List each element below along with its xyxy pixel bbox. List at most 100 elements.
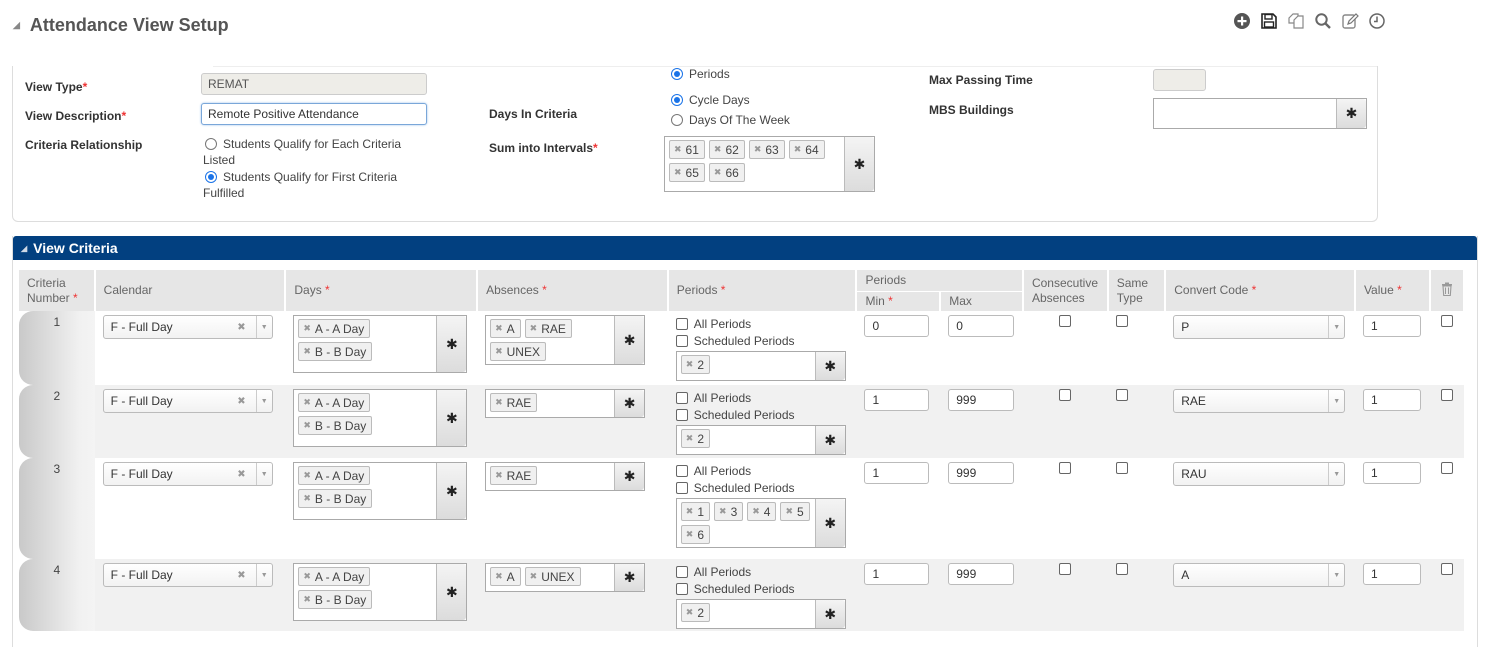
same-type-checkbox[interactable] <box>1115 462 1128 474</box>
all-periods-option[interactable]: All Periods <box>675 462 849 479</box>
dropdown-arrow-icon[interactable]: ▼ <box>255 564 272 586</box>
periods-min-input[interactable]: 1 <box>864 462 930 484</box>
clear-icon[interactable]: ✖ <box>237 396 245 407</box>
remove-tag-icon[interactable]: ✖ <box>674 167 682 178</box>
radio-each-criteria-button[interactable] <box>205 138 217 150</box>
days-field[interactable]: ✖ A - A Day ✖ B - B Day ✱ <box>293 315 468 373</box>
remove-tag-icon[interactable]: ✖ <box>495 346 503 357</box>
scheduled-periods-option[interactable]: Scheduled Periods <box>675 406 849 423</box>
scheduled-periods-option[interactable]: Scheduled Periods <box>675 479 849 496</box>
dropdown-arrow-icon[interactable]: ▼ <box>1328 564 1344 586</box>
consecutive-absences-checkbox[interactable] <box>1059 315 1072 327</box>
periods-max-input[interactable]: 999 <box>948 389 1015 411</box>
all-periods-checkbox[interactable] <box>675 391 688 404</box>
periods-min-input[interactable]: 1 <box>864 389 930 411</box>
absences-lookup-button[interactable]: ✱ <box>614 390 645 417</box>
absences-field[interactable]: ✖ A ✖ RAE ✖ UNEX ✱ <box>485 315 646 365</box>
remove-tag-icon[interactable]: ✖ <box>495 323 503 334</box>
remove-tag-icon[interactable]: ✖ <box>686 607 694 618</box>
dropdown-arrow-icon[interactable]: ▼ <box>1328 390 1344 412</box>
remove-tag-icon[interactable]: ✖ <box>686 506 694 517</box>
all-periods-option[interactable]: All Periods <box>675 389 849 406</box>
delete-row-checkbox[interactable] <box>1440 563 1453 575</box>
all-periods-checkbox[interactable] <box>675 464 688 477</box>
remove-tag-icon[interactable]: ✖ <box>303 346 311 357</box>
value-input[interactable]: 1 <box>1362 563 1421 585</box>
radio-first-criteria[interactable]: Students Qualify for First Criteria <box>203 170 433 185</box>
dropdown-arrow-icon[interactable]: ▼ <box>255 316 272 338</box>
radio-days-of-week[interactable]: Days Of The Week <box>669 113 790 128</box>
same-type-checkbox[interactable] <box>1115 389 1128 401</box>
clear-icon[interactable]: ✖ <box>237 570 245 581</box>
remove-tag-icon[interactable]: ✖ <box>714 167 722 178</box>
radio-periods[interactable]: Periods <box>669 67 730 82</box>
periods-field[interactable]: ✖ 2 ✱ <box>675 351 846 381</box>
periods-max-input[interactable]: 999 <box>948 462 1015 484</box>
convert-code-select[interactable]: P ▼ <box>1173 315 1346 339</box>
all-periods-checkbox[interactable] <box>675 565 688 578</box>
radio-days-of-week-button[interactable] <box>671 114 683 126</box>
same-type-checkbox[interactable] <box>1115 563 1128 575</box>
absences-lookup-button[interactable]: ✱ <box>614 316 645 364</box>
search-icon[interactable] <box>1314 12 1332 30</box>
remove-tag-icon[interactable]: ✖ <box>714 144 722 155</box>
mbs-buildings-field[interactable]: ✱ <box>1153 98 1367 129</box>
view-description-field[interactable]: Remote Positive Attendance <box>201 103 427 125</box>
sum-into-intervals-lookup-button[interactable]: ✱ <box>844 137 874 191</box>
copy-icon[interactable] <box>1287 12 1305 30</box>
sum-into-intervals-field[interactable]: ✖ 61 ✖ 62 ✖ 63 ✖ 64 ✖ 65 ✖ 66 ✱ <box>664 136 875 192</box>
remove-tag-icon[interactable]: ✖ <box>530 571 538 582</box>
convert-code-select[interactable]: A ▼ <box>1173 563 1346 587</box>
value-input[interactable]: 1 <box>1362 462 1421 484</box>
add-icon[interactable] <box>1233 12 1251 30</box>
remove-tag-icon[interactable]: ✖ <box>530 323 538 334</box>
scheduled-periods-checkbox[interactable] <box>675 408 688 421</box>
calendar-select[interactable]: F - Full Day ✖ ▼ <box>102 315 273 339</box>
page-title[interactable]: ◢ Attendance View Setup <box>13 15 229 36</box>
calendar-select[interactable]: F - Full Day ✖ ▼ <box>102 563 273 587</box>
remove-tag-icon[interactable]: ✖ <box>754 144 762 155</box>
days-field[interactable]: ✖ A - A Day ✖ B - B Day ✱ <box>293 462 468 520</box>
save-icon[interactable] <box>1260 12 1278 30</box>
periods-min-input[interactable]: 1 <box>864 563 930 585</box>
remove-tag-icon[interactable]: ✖ <box>686 529 694 540</box>
periods-lookup-button[interactable]: ✱ <box>814 352 845 380</box>
days-lookup-button[interactable]: ✱ <box>436 390 467 446</box>
dropdown-arrow-icon[interactable]: ▼ <box>1328 316 1344 338</box>
remove-tag-icon[interactable]: ✖ <box>785 506 793 517</box>
remove-tag-icon[interactable]: ✖ <box>303 594 311 605</box>
convert-code-select[interactable]: RAE ▼ <box>1173 389 1346 413</box>
remove-tag-icon[interactable]: ✖ <box>495 571 503 582</box>
absences-field[interactable]: ✖ A ✖ UNEX ✱ <box>485 563 646 592</box>
periods-lookup-button[interactable]: ✱ <box>814 600 845 628</box>
collapse-icon[interactable]: ◢ <box>13 20 20 31</box>
radio-each-criteria[interactable]: Students Qualify for Each Criteria <box>203 137 433 152</box>
consecutive-absences-checkbox[interactable] <box>1059 389 1072 401</box>
absences-field[interactable]: ✖ RAE ✱ <box>485 389 646 418</box>
remove-tag-icon[interactable]: ✖ <box>303 420 311 431</box>
dropdown-arrow-icon[interactable]: ▼ <box>1328 463 1344 485</box>
dropdown-arrow-icon[interactable]: ▼ <box>255 463 272 485</box>
value-input[interactable]: 1 <box>1362 315 1421 337</box>
value-input[interactable]: 1 <box>1362 389 1421 411</box>
radio-cycle-days-button[interactable] <box>671 94 683 106</box>
remove-tag-icon[interactable]: ✖ <box>495 397 503 408</box>
edit-icon[interactable] <box>1341 12 1359 30</box>
scheduled-periods-option[interactable]: Scheduled Periods <box>675 580 849 597</box>
delete-row-checkbox[interactable] <box>1440 389 1453 401</box>
radio-first-criteria-button[interactable] <box>205 171 217 183</box>
remove-tag-icon[interactable]: ✖ <box>674 144 682 155</box>
periods-field[interactable]: ✖ 2 ✱ <box>675 425 846 455</box>
remove-tag-icon[interactable]: ✖ <box>303 493 311 504</box>
remove-tag-icon[interactable]: ✖ <box>719 506 727 517</box>
history-icon[interactable] <box>1368 12 1386 30</box>
mbs-buildings-lookup-button[interactable]: ✱ <box>1336 99 1366 128</box>
same-type-checkbox[interactable] <box>1115 315 1128 327</box>
remove-tag-icon[interactable]: ✖ <box>752 506 760 517</box>
delete-row-checkbox[interactable] <box>1440 462 1453 474</box>
clear-icon[interactable]: ✖ <box>237 469 245 480</box>
radio-periods-button[interactable] <box>671 68 683 80</box>
all-periods-checkbox[interactable] <box>675 317 688 330</box>
periods-min-input[interactable]: 0 <box>864 315 930 337</box>
collapse-icon[interactable]: ◢ <box>21 244 27 253</box>
